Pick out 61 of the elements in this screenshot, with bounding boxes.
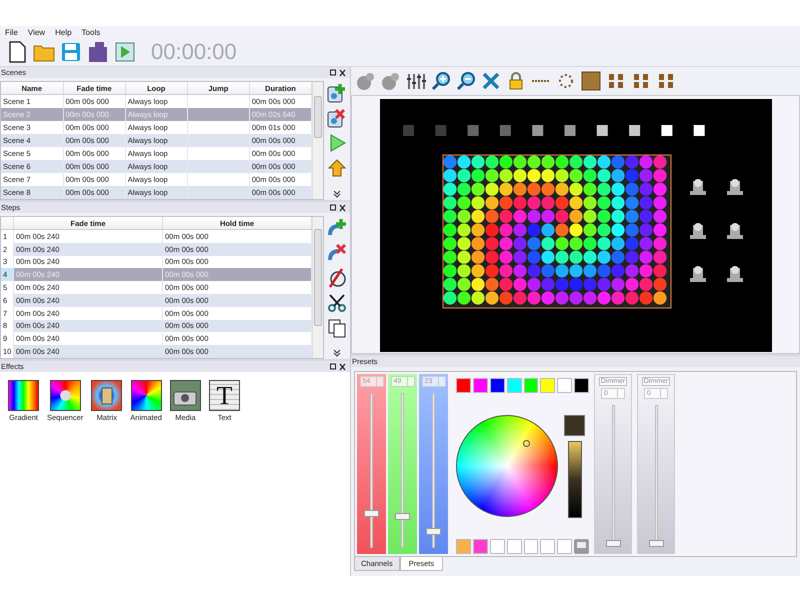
dock-controls-icon[interactable] <box>330 68 346 76</box>
color-swatch[interactable] <box>506 378 522 393</box>
dimmer-slider[interactable] <box>648 405 664 547</box>
add-icon[interactable] <box>327 218 347 238</box>
timer-display: 00:00:00 <box>151 39 237 65</box>
color-swatch[interactable] <box>557 378 572 393</box>
color-swatch[interactable] <box>506 539 522 554</box>
moving-head-icon <box>690 266 706 282</box>
color-swatch[interactable] <box>456 378 471 393</box>
text-effect-icon[interactable]: T <box>208 380 240 411</box>
color-swatch[interactable] <box>540 378 556 393</box>
add-icon[interactable] <box>327 83 347 103</box>
scrollbar[interactable] <box>312 217 323 358</box>
color-swatch[interactable] <box>472 539 488 554</box>
channel-slider[interactable] <box>426 393 441 548</box>
save-swatch-icon[interactable] <box>574 539 589 554</box>
scissors-icon[interactable] <box>327 293 347 313</box>
color-swatch[interactable] <box>524 378 538 393</box>
channel-slider[interactable] <box>395 393 410 548</box>
menu-item[interactable]: View <box>28 28 46 36</box>
moving-head-icon <box>726 266 742 282</box>
color-swatch[interactable] <box>540 539 556 554</box>
color-swatch[interactable] <box>524 539 538 554</box>
menu-item[interactable]: Tools <box>82 28 100 36</box>
dock-controls-icon[interactable] <box>330 362 346 370</box>
current-color-swatch <box>564 414 585 436</box>
color-swatch[interactable] <box>490 539 505 554</box>
home-icon[interactable] <box>327 158 347 178</box>
remove-icon[interactable] <box>327 108 347 128</box>
color-swatch[interactable] <box>574 378 589 393</box>
color-swatch[interactable] <box>490 378 505 393</box>
menu-item[interactable]: File <box>5 28 18 36</box>
moving-head-icon <box>726 179 742 195</box>
more-chevron-icon[interactable] <box>333 349 341 357</box>
slider-thumb[interactable] <box>395 512 410 520</box>
menu-item[interactable]: Help <box>55 28 72 36</box>
color-swatch[interactable] <box>557 539 572 554</box>
more-chevron-icon[interactable] <box>333 190 341 198</box>
gradient-effect-icon[interactable] <box>8 380 39 411</box>
zoom-out-icon[interactable] <box>455 70 477 92</box>
brightness-bar[interactable] <box>568 440 582 518</box>
copy-icon[interactable] <box>327 318 347 338</box>
moving-head-icon <box>726 223 742 239</box>
moving-head-icon <box>690 179 706 195</box>
zoom-in-icon[interactable] <box>430 70 452 92</box>
dock-controls-icon[interactable] <box>330 204 346 212</box>
slider-thumb[interactable] <box>648 540 664 547</box>
sequencer-effect-icon[interactable] <box>50 380 81 411</box>
channel-slider[interactable] <box>364 393 379 548</box>
color-swatch[interactable] <box>472 378 488 393</box>
media-effect-icon[interactable] <box>170 380 201 411</box>
remove-icon[interactable] <box>327 243 347 263</box>
slider-thumb[interactable] <box>364 510 379 517</box>
matrix-effect-icon[interactable] <box>91 380 122 411</box>
moving-head-icon <box>690 223 706 239</box>
animated-effect-icon[interactable] <box>130 380 162 411</box>
scrollbar[interactable] <box>312 82 323 199</box>
dimmer-slider[interactable] <box>606 405 620 547</box>
slider-thumb[interactable] <box>606 540 620 547</box>
color-swatch[interactable] <box>456 539 471 554</box>
slider-thumb[interactable] <box>426 528 441 535</box>
